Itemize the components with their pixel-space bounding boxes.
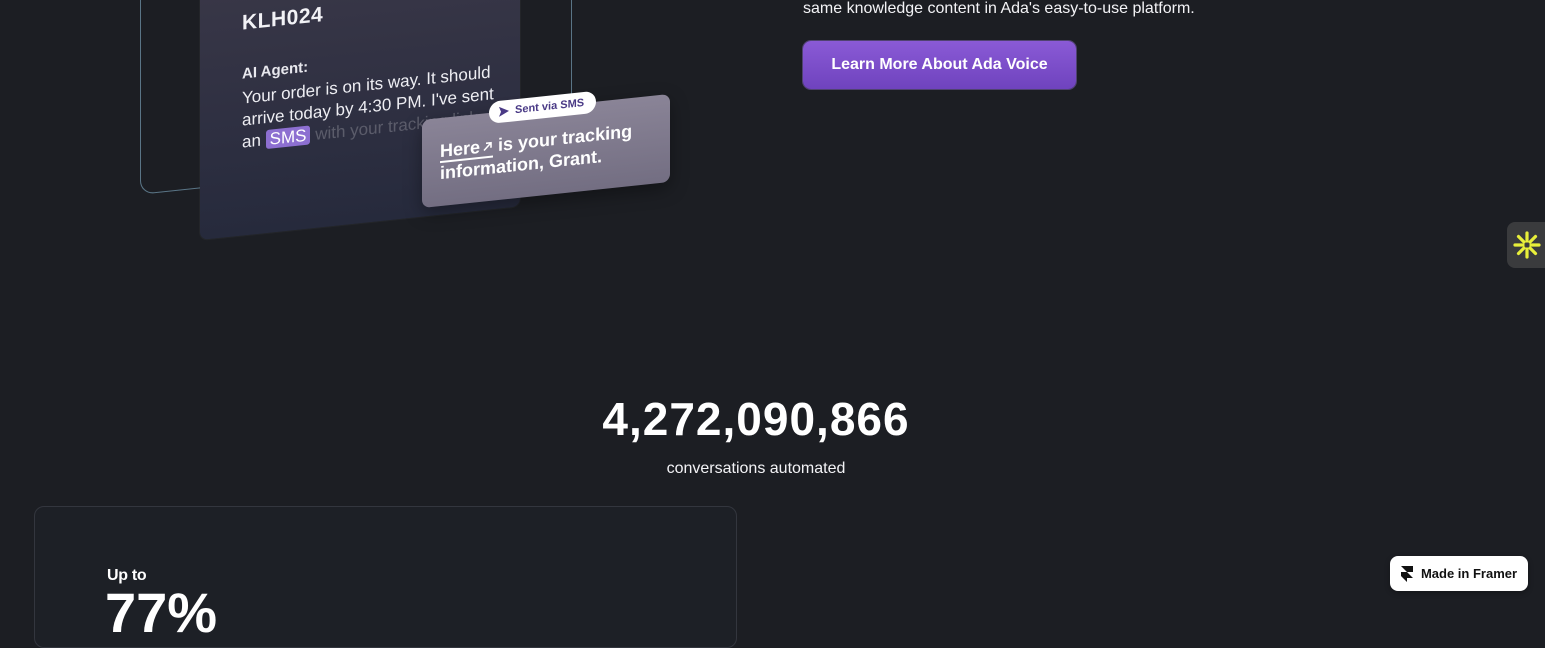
conversations-stat: 4,272,090,866 conversations automated xyxy=(0,392,1512,478)
hero-illustration: KLH024 AI Agent: Your order is on its wa… xyxy=(0,0,760,290)
learn-more-ada-voice-button[interactable]: Learn More About Ada Voice xyxy=(803,41,1076,89)
metric-card: Up to 77% xyxy=(34,506,737,648)
sent-via-sms-label: Sent via SMS xyxy=(515,96,585,117)
send-icon xyxy=(499,106,509,117)
metric-value: 77% xyxy=(105,581,218,644)
sms-highlight: SMS xyxy=(265,125,311,150)
order-id: KLH024 xyxy=(242,3,324,35)
hero-description: same knowledge content in Ada's easy-to-… xyxy=(803,0,1195,17)
sparkle-icon xyxy=(1513,231,1541,259)
sms-bubble-text: Here is your tracking information, Grant… xyxy=(440,116,665,184)
side-widget[interactable] xyxy=(1507,222,1545,268)
made-in-framer-label: Made in Framer xyxy=(1420,566,1518,581)
tracking-link-label: Here xyxy=(440,136,481,162)
conversations-count: 4,272,090,866 xyxy=(602,393,910,445)
arrow-up-right-icon xyxy=(483,141,492,151)
conversations-label: conversations automated xyxy=(666,460,846,477)
agent-label: AI Agent: xyxy=(242,58,309,83)
framer-logo-icon xyxy=(1400,565,1413,582)
made-in-framer-badge[interactable]: Made in Framer xyxy=(1390,556,1528,591)
